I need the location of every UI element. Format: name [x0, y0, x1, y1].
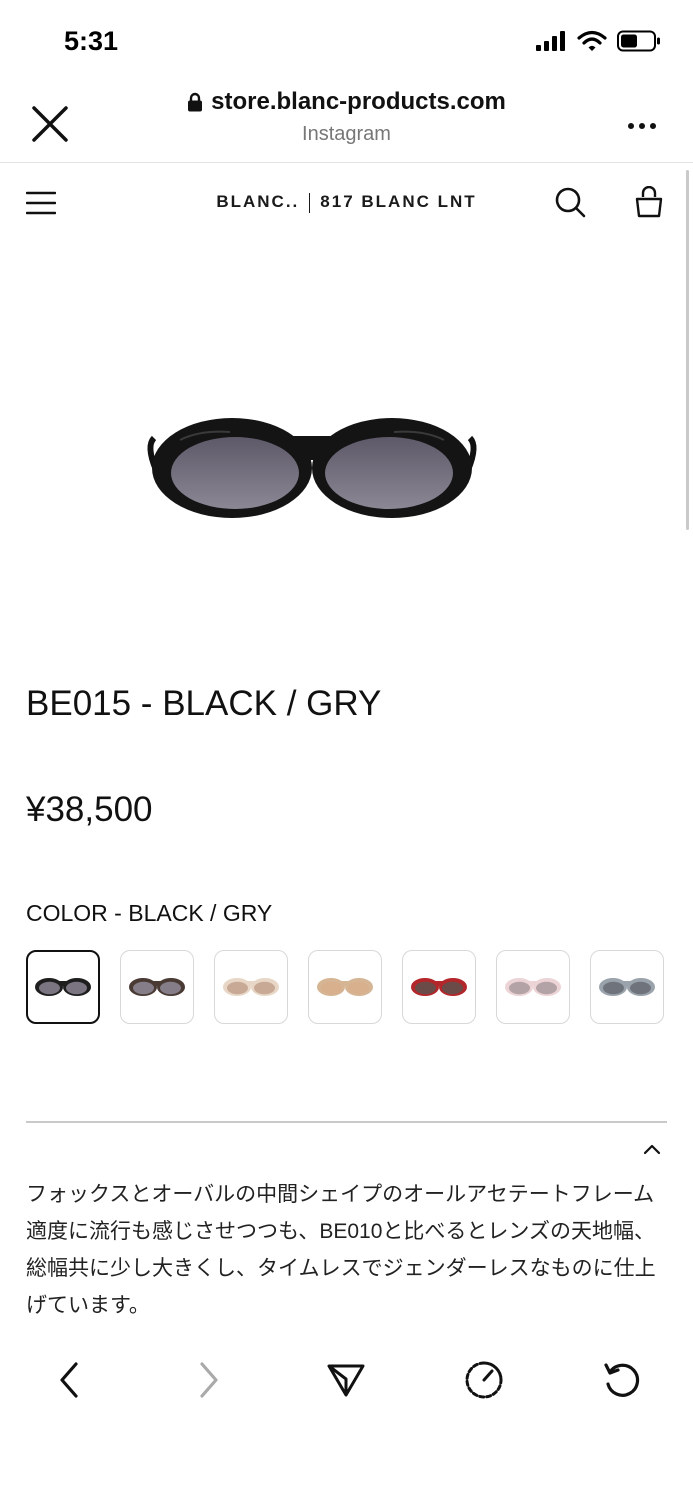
referrer-label: Instagram: [302, 123, 391, 145]
refresh-icon: [604, 1363, 640, 1397]
signal-icon: [536, 31, 565, 51]
wifi-icon: [577, 30, 607, 51]
color-swatch[interactable]: [26, 950, 100, 1024]
swatch-sunglasses-icon: [223, 978, 279, 996]
swatch-sunglasses-icon: [599, 978, 655, 996]
sunglasses-image: [147, 418, 477, 518]
swatch-sunglasses-icon: [411, 978, 467, 996]
color-swatch[interactable]: [120, 950, 194, 1024]
swatch-sunglasses-icon: [317, 978, 373, 996]
brand-separator: [309, 192, 311, 213]
color-swatch[interactable]: [402, 950, 476, 1024]
chevron-up-icon: [643, 1144, 661, 1155]
brand-right: 817 BLANC LNT: [320, 192, 477, 211]
search-icon: [555, 187, 586, 218]
color-swatches: [26, 950, 664, 1024]
color-swatch[interactable]: [214, 950, 288, 1024]
product-description: フォックスとオーバルの中間シェイプのオールアセテートフレーム 適度に流行も感じさ…: [26, 1183, 656, 1317]
more-icon: [628, 123, 656, 129]
share-icon: [327, 1364, 365, 1397]
product-title: BE015 - BLACK / GRY: [26, 684, 382, 723]
address-bar[interactable]: store.blanc-products.com Instagram: [0, 88, 693, 146]
color-swatch[interactable]: [308, 950, 382, 1024]
header-divider: [0, 162, 693, 163]
swatch-sunglasses-icon: [505, 978, 561, 996]
description-panel: フォックスとオーバルの中間シェイプのオールアセテートフレーム 適度に流行も感じさ…: [26, 1176, 666, 1336]
product-image[interactable]: [140, 400, 484, 530]
color-label: COLOR - BLACK / GRY: [26, 900, 273, 926]
speed-button[interactable]: [464, 1360, 504, 1400]
back-icon: [60, 1362, 78, 1398]
battery-icon: [617, 30, 660, 52]
lock-icon: [188, 92, 203, 112]
brand-logo[interactable]: BLANC.. 817 BLANC LNT: [0, 192, 693, 213]
speed-icon: [465, 1361, 503, 1399]
share-button[interactable]: [326, 1360, 366, 1400]
back-button[interactable]: [50, 1360, 90, 1400]
forward-button[interactable]: [188, 1360, 228, 1400]
collapse-button[interactable]: [642, 1142, 662, 1156]
scrollbar[interactable]: [686, 170, 689, 530]
status-time: 5:31: [64, 26, 119, 56]
status-icons: [535, 30, 661, 52]
cart-button[interactable]: [634, 185, 664, 218]
more-button[interactable]: [627, 118, 657, 129]
refresh-button[interactable]: [602, 1360, 642, 1400]
brand-left: BLANC..: [216, 192, 300, 211]
color-swatch[interactable]: [590, 950, 664, 1024]
color-swatch[interactable]: [496, 950, 570, 1024]
search-button[interactable]: [554, 186, 586, 218]
section-divider: [26, 1121, 667, 1123]
forward-icon: [200, 1362, 218, 1398]
swatch-sunglasses-icon: [129, 978, 185, 996]
bag-icon: [635, 185, 663, 218]
url-text: store.blanc-products.com: [211, 88, 506, 115]
swatch-sunglasses-icon: [35, 978, 91, 996]
product-price: ¥38,500: [26, 790, 153, 829]
browser-toolbar: [0, 1340, 693, 1500]
